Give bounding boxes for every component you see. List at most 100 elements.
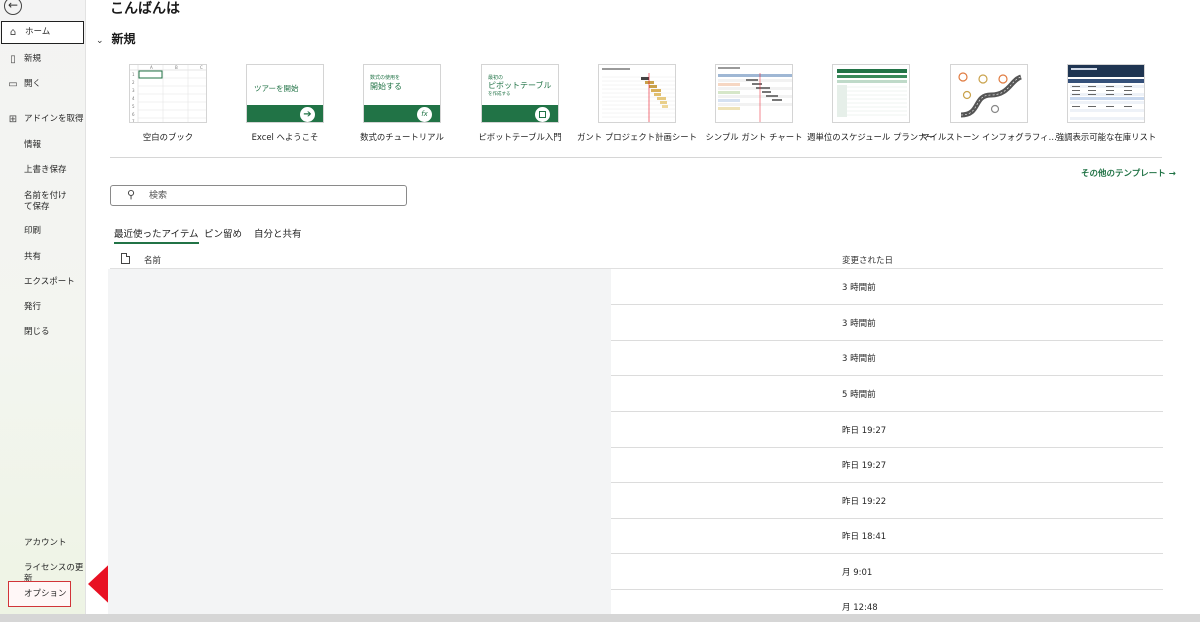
back-arrow-icon[interactable]: ← xyxy=(4,0,22,15)
template-weekly-schedule[interactable]: 週単位のスケジュール プランナー xyxy=(807,64,935,142)
new-section-title: 新規 xyxy=(111,32,136,46)
sidebar-item-home[interactable]: ⌂ ホーム xyxy=(1,21,84,44)
sidebar-item-label: エクスポート xyxy=(24,277,75,287)
template-thumb-text: ツアーを開始 xyxy=(254,84,299,93)
home-icon: ⌂ xyxy=(9,27,17,38)
sidebar-item-publish[interactable]: 発行 xyxy=(0,302,86,313)
sidebar-item-get-addins[interactable]: ⊞ アドインを取得 xyxy=(0,114,86,125)
template-thumbnail: ツアーを開始 ➔ xyxy=(246,64,324,123)
sidebar-item-info[interactable]: 情報 xyxy=(0,140,86,151)
template-formula-tutorial[interactable]: 数式の使用を 開始する fx 数式のチュートリアル xyxy=(360,64,444,142)
redacted-file-names xyxy=(108,269,611,615)
chevron-down-icon: ⌄ xyxy=(96,36,104,46)
template-thumbnail xyxy=(832,64,910,123)
template-gantt-project[interactable]: ガント プロジェクト計画シート xyxy=(577,64,697,142)
tab-shared-with-me[interactable]: 自分と共有 xyxy=(254,226,302,240)
function-fx-icon: fx xyxy=(417,107,432,122)
sidebar-item-label: アドインを取得 xyxy=(24,114,84,124)
template-inventory-list[interactable]: 強調表示可能な在庫リスト xyxy=(1056,64,1156,142)
sidebar-item-label: ホーム xyxy=(25,27,51,37)
row-divider xyxy=(611,340,1163,341)
template-simple-gantt[interactable]: シンプル ガント チャート xyxy=(705,64,803,142)
template-thumbnail xyxy=(950,64,1028,123)
row-divider xyxy=(611,447,1163,448)
new-section-toggle[interactable]: ⌄ 新規 xyxy=(96,30,136,47)
row-divider xyxy=(611,304,1163,305)
sidebar-item-label: 印刷 xyxy=(24,226,42,236)
template-thumbnail xyxy=(598,64,676,123)
template-blank-workbook[interactable]: ABC 123 4567 空白のブック xyxy=(129,64,207,142)
template-thumb-small: 数式の使用を xyxy=(370,75,401,81)
row-modified-date: 3 時間前 xyxy=(842,283,876,293)
svg-text:C: C xyxy=(200,65,203,70)
tab-pinned[interactable]: ピン留め xyxy=(204,226,242,240)
row-modified-date: 昨日 19:27 xyxy=(842,426,887,436)
row-divider xyxy=(611,482,1163,483)
new-file-icon: ▯ xyxy=(10,54,16,65)
svg-text:B: B xyxy=(175,65,178,70)
template-thumb-sub: を作成する xyxy=(488,92,511,97)
row-modified-date: 3 時間前 xyxy=(842,319,876,329)
sidebar-item-label: アカウント xyxy=(24,538,67,548)
row-divider xyxy=(611,375,1163,376)
template-thumb-text: ピボットテーブル xyxy=(488,81,552,90)
row-divider xyxy=(611,411,1163,412)
svg-text:A: A xyxy=(150,65,153,70)
row-modified-date: 月 9:01 xyxy=(842,568,873,578)
template-thumbnail: 最初の ピボットテーブル を作成する xyxy=(481,64,559,123)
column-header-name[interactable]: 名前 xyxy=(144,254,161,266)
template-name: 強調表示可能な在庫リスト xyxy=(1055,132,1157,142)
arrow-right-icon: ➔ xyxy=(300,107,315,122)
search-input[interactable] xyxy=(149,189,399,203)
template-thumbnail xyxy=(715,64,793,123)
more-templates-link[interactable]: その他のテンプレート → xyxy=(1081,167,1176,179)
sidebar-item-account[interactable]: アカウント xyxy=(0,538,86,549)
sidebar-item-save[interactable]: 上書き保存 xyxy=(0,165,86,176)
sidebar-item-label: 共有 xyxy=(24,252,42,262)
sidebar-item-label: 情報 xyxy=(24,140,42,150)
greeting-title: こんばんは xyxy=(110,1,180,17)
row-divider xyxy=(611,518,1163,519)
template-thumb-text: 開始する xyxy=(370,82,402,91)
addins-grid-icon: ⊞ xyxy=(8,114,18,125)
sidebar-item-label: 開く xyxy=(24,79,42,89)
row-divider xyxy=(611,553,1163,554)
sidebar-item-new[interactable]: ▯ 新規 xyxy=(0,54,86,65)
sidebar-item-label: 発行 xyxy=(24,302,42,312)
template-thumbnail: 数式の使用を 開始する fx xyxy=(363,64,441,123)
sidebar-item-options[interactable]: オプション xyxy=(0,589,86,600)
sidebar-item-open[interactable]: ▭ 開く xyxy=(0,79,86,90)
template-pivot-table[interactable]: 最初の ピボットテーブル を作成する ピボットテーブル入門 xyxy=(478,64,562,142)
template-thumbnail: ABC 123 4567 xyxy=(129,64,207,123)
search-icon: ⚲ xyxy=(127,188,136,201)
template-milestone-infographic[interactable]: マイルストーン インフォグラフィ… xyxy=(921,64,1057,142)
sidebar-item-label: 閉じる xyxy=(24,327,50,337)
sidebar-item-export[interactable]: エクスポート xyxy=(0,277,86,288)
row-modified-date: 昨日 19:27 xyxy=(842,461,887,471)
template-excel-welcome[interactable]: ツアーを開始 ➔ Excel へようこそ xyxy=(246,64,324,142)
pivot-table-icon xyxy=(535,107,550,122)
sidebar-item-save-as[interactable]: 名前を付けて保存 xyxy=(0,191,72,213)
window-bottom-edge xyxy=(0,614,1200,622)
sidebar-item-share[interactable]: 共有 xyxy=(0,252,86,263)
tab-recent[interactable]: 最近使ったアイテム xyxy=(114,226,199,244)
section-divider xyxy=(110,157,1162,158)
sidebar-item-label: 名前を付けて保存 xyxy=(24,191,67,212)
row-modified-date: 5 時間前 xyxy=(842,390,876,400)
sidebar-item-label: 上書き保存 xyxy=(24,165,67,175)
search-box[interactable]: ⚲ xyxy=(110,185,407,206)
folder-icon: ▭ xyxy=(8,79,18,90)
file-icon xyxy=(121,253,130,264)
row-modified-date: 昨日 18:41 xyxy=(842,532,887,542)
sidebar-item-label: 新規 xyxy=(24,54,42,64)
row-modified-date: 月 12:48 xyxy=(842,603,878,613)
row-modified-date: 3 時間前 xyxy=(842,354,876,364)
row-modified-date: 昨日 19:22 xyxy=(842,497,887,507)
template-thumbnail xyxy=(1067,64,1145,123)
column-header-modified[interactable]: 変更された日 xyxy=(842,254,893,266)
sidebar-item-close[interactable]: 閉じる xyxy=(0,327,86,338)
backstage-sidebar: ← ⌂ ホーム ▯ 新規 ▭ 開く ⊞ アドインを取得 情報 上書き保存 名前を… xyxy=(0,0,86,622)
row-divider xyxy=(611,589,1163,590)
sidebar-item-print[interactable]: 印刷 xyxy=(0,226,86,237)
excel-backstage: ← ⌂ ホーム ▯ 新規 ▭ 開く ⊞ アドインを取得 情報 上書き保存 名前を… xyxy=(0,0,1200,622)
